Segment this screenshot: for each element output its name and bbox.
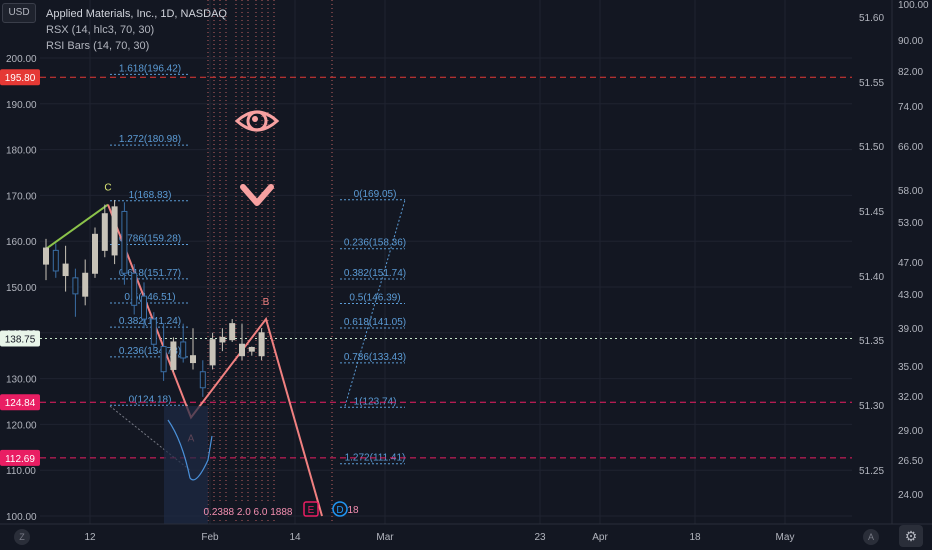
y-mid-tick: 51.55 — [859, 78, 884, 89]
y-mid-tick: 51.40 — [859, 272, 884, 283]
candle-body — [239, 343, 245, 357]
legend-title[interactable]: Applied Materials, Inc., 1D, NASDAQ — [46, 6, 227, 22]
candle-body — [170, 341, 177, 370]
price-label: 124.84 — [5, 398, 36, 409]
d-marker-label: D — [336, 505, 343, 516]
y-right-tick: 26.50 — [898, 456, 923, 467]
candle-body — [258, 332, 265, 357]
price-chart[interactable]: 1.618(196.42) 1.272(180.98) 1(168.83) 0.786… — [0, 0, 932, 550]
x-tick: Apr — [592, 532, 608, 543]
candle-body — [111, 206, 118, 256]
y-right-tick: 39.00 — [898, 324, 923, 335]
x-tick: May — [776, 532, 795, 543]
candle-body — [209, 339, 216, 366]
candle-body — [62, 263, 69, 277]
y-left-tick: 190.00 — [6, 100, 37, 111]
x-tick: 12 — [84, 532, 96, 543]
fib-right-label: 0(169.05) — [354, 189, 397, 200]
x-tick: Mar — [376, 532, 394, 543]
currency-unit-label[interactable]: USD — [2, 3, 36, 23]
candle-body — [190, 355, 196, 364]
y-right-tick: 82.00 — [898, 67, 923, 78]
candle-body — [229, 323, 236, 341]
fib-right-label: 0.236(158.36) — [344, 238, 406, 249]
e-marker-label: E — [308, 505, 315, 516]
fib-left-label: 0.786(159.28) — [119, 233, 181, 244]
fib-right-label: 0.786(133.43) — [344, 352, 406, 363]
y-left-tick: 150.00 — [6, 283, 37, 294]
fib-left-label: 0.618(151.77) — [119, 268, 181, 279]
candle-body — [150, 318, 157, 345]
y-left-tick: 170.00 — [6, 191, 37, 202]
x-tick: Feb — [201, 532, 219, 543]
candle-body — [160, 346, 167, 373]
fib-time-text: 0.2388 2.0 6.0 1888 — [204, 507, 293, 518]
candle-body — [92, 233, 98, 274]
fib-left-label: 0(124.18) — [129, 394, 172, 405]
y-right-tick: 90.00 — [898, 36, 923, 47]
price-label: 112.69 — [5, 454, 35, 465]
candle-body — [121, 210, 128, 274]
candle-body — [52, 249, 59, 272]
chart-legend: Applied Materials, Inc., 1D, NASDAQ RSX … — [46, 6, 227, 54]
y-right-tick: 74.00 — [898, 102, 923, 113]
point-b-label: B — [263, 297, 270, 308]
y-right-tick: 29.00 — [898, 426, 923, 437]
y-mid-tick: 51.60 — [859, 13, 884, 24]
corner-right-label: A — [868, 532, 874, 542]
fib-left-label: 1(168.83) — [129, 190, 172, 201]
y-left-tick: 200.00 — [6, 54, 37, 65]
y-left-tick: 160.00 — [6, 237, 37, 248]
fib-left-label: 1.272(180.98) — [119, 134, 181, 145]
y-left-tick: 100.00 — [6, 512, 37, 523]
fib-right-label: 0.382(151.74) — [344, 268, 406, 279]
y-mid-tick: 51.25 — [859, 466, 884, 477]
price-label: 138.75 — [5, 335, 36, 346]
y-right-tick: 53.00 — [898, 218, 923, 229]
candle-body — [82, 272, 89, 297]
candle-body — [180, 341, 187, 359]
point-c-label: C — [104, 183, 111, 194]
legend-rsi-bars[interactable]: RSI Bars (14, 70, 30) — [46, 38, 227, 54]
fib-left-label: 1.618(196.42) — [119, 63, 181, 74]
fib-left-label: 0.382(141.24) — [119, 316, 181, 327]
y-right-tick: 100.00 — [898, 0, 929, 11]
y-mid-tick: 51.50 — [859, 142, 884, 153]
y-right-tick: 35.00 — [898, 362, 923, 373]
y-left-tick: 120.00 — [6, 420, 37, 431]
d-marker-count: 18 — [347, 505, 359, 516]
fib-right-label: 0.618(141.05) — [344, 317, 406, 328]
y-mid-tick: 51.35 — [859, 336, 884, 347]
y-right-tick: 24.00 — [898, 490, 923, 501]
y-right-tick: 66.00 — [898, 142, 923, 153]
x-tick: 14 — [289, 532, 301, 543]
candle-body — [101, 213, 108, 251]
legend-rsx[interactable]: RSX (14, hlc3, 70, 30) — [46, 22, 227, 38]
candle-body — [248, 346, 255, 352]
candle-body — [141, 295, 147, 320]
y-right-tick: 58.00 — [898, 186, 923, 197]
x-tick: 18 — [689, 532, 701, 543]
gear-icon[interactable]: ⚙ — [899, 525, 923, 547]
y-right-tick: 47.00 — [898, 258, 923, 269]
corner-left-label: Z — [19, 532, 25, 542]
x-tick: 23 — [534, 532, 546, 543]
y-mid-tick: 51.45 — [859, 207, 884, 218]
bottom-markers: 0.2388 2.0 6.0 1888 E D 18 — [204, 501, 359, 518]
candle-body — [199, 371, 206, 389]
candle-body — [131, 272, 138, 306]
y-left-tick: 130.00 — [6, 375, 37, 386]
y-mid-tick: 51.30 — [859, 401, 884, 412]
y-left-tick: 110.00 — [6, 466, 36, 477]
y-right-tick: 43.00 — [898, 290, 923, 301]
candle-body — [43, 247, 49, 265]
candle-body — [219, 336, 226, 343]
candle-body — [72, 277, 79, 295]
y-left-tick: 180.00 — [6, 146, 37, 157]
y-right-tick: 32.00 — [898, 392, 923, 403]
price-label: 195.80 — [5, 73, 36, 84]
